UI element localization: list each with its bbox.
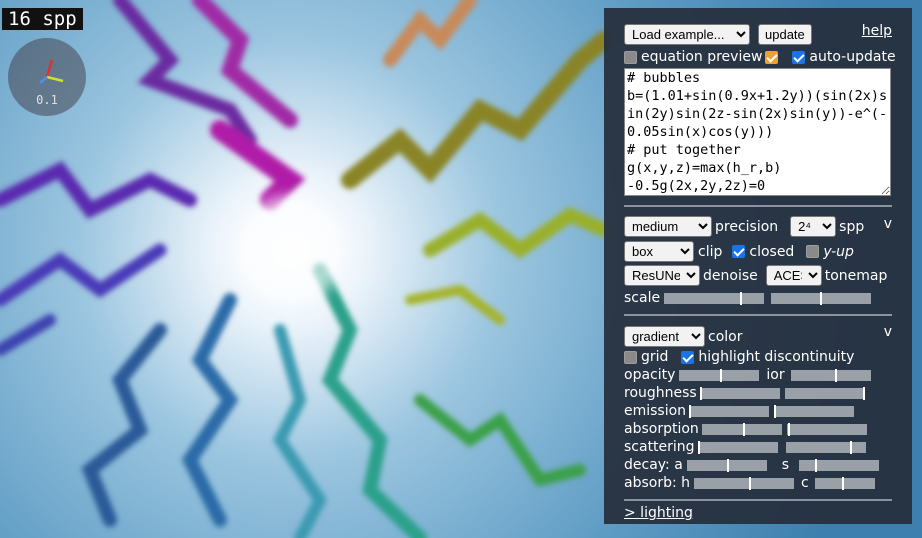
slider-thumb[interactable] — [774, 404, 777, 418]
y-axis-line — [46, 75, 64, 83]
tonemap-select[interactable]: ACES — [765, 265, 822, 286]
closed-checkbox[interactable] — [732, 245, 746, 258]
control-panel: Load example... update help equation pre… — [604, 8, 912, 524]
grid-checkbox[interactable] — [624, 350, 637, 364]
decay-a-slider[interactable] — [686, 458, 767, 472]
denoise-select[interactable]: ResUNet — [624, 265, 700, 286]
decay-s-label: s — [781, 457, 790, 473]
quality-select[interactable]: medium — [624, 216, 712, 237]
highlight-discontinuity-label: highlight discontinuity — [698, 349, 855, 365]
absorb-c-label: c — [801, 475, 809, 491]
slider-thumb[interactable] — [689, 404, 692, 418]
slider-thumb[interactable] — [834, 368, 837, 382]
section-divider — [624, 499, 892, 501]
opacity-label: opacity — [624, 367, 676, 383]
clip-label: clip — [698, 243, 723, 260]
scale-slider-2[interactable] — [771, 291, 872, 305]
slider-thumb[interactable] — [726, 458, 729, 472]
emission-slider[interactable] — [689, 404, 770, 418]
roughness-slider[interactable] — [699, 386, 780, 400]
opacity-slider[interactable] — [679, 368, 760, 382]
emission-slider-2[interactable] — [774, 404, 855, 418]
scale-slider-1[interactable] — [664, 291, 765, 305]
spp-counter: 16 spp — [2, 8, 83, 30]
section-divider — [624, 205, 892, 207]
absorption-slider[interactable] — [701, 422, 782, 436]
slider-thumb[interactable] — [849, 440, 852, 454]
ior-slider[interactable] — [790, 368, 871, 382]
precision-label: precision — [715, 218, 779, 235]
tonemap-label: tonemap — [824, 267, 888, 284]
absorb-h-slider[interactable] — [694, 476, 795, 490]
clip-select[interactable]: box — [624, 241, 694, 262]
denoise-label: denoise — [703, 267, 758, 284]
decay-s-slider[interactable] — [799, 458, 880, 472]
auto-update-label: auto-update — [809, 49, 896, 65]
slider-thumb[interactable] — [841, 476, 844, 490]
slider-thumb[interactable] — [862, 386, 865, 400]
lighting-link[interactable]: > lighting — [624, 505, 693, 521]
roughness-label: roughness — [624, 385, 697, 401]
equation-input[interactable]: # bubbles b=(1.01+sin(0.9x+1.2y))(sin(2x… — [624, 68, 891, 196]
scattering-slider-2[interactable] — [785, 440, 866, 454]
ior-label: ior — [766, 367, 785, 383]
slider-thumb[interactable] — [787, 422, 790, 436]
x-axis-line — [45, 59, 54, 78]
slider-thumb[interactable] — [815, 458, 818, 472]
decay-a-label: decay: a — [624, 457, 683, 473]
help-link[interactable]: help — [862, 23, 892, 39]
absorb-c-slider[interactable] — [814, 476, 875, 490]
update-button[interactable]: update — [758, 24, 812, 45]
spp-select[interactable]: 2⁴ — [790, 216, 837, 237]
yup-label: y-up — [823, 243, 854, 260]
slider-thumb[interactable] — [699, 386, 702, 400]
slider-thumb[interactable] — [740, 291, 743, 305]
slider-thumb[interactable] — [720, 368, 723, 382]
equation-preview-label: equation preview — [641, 49, 763, 65]
section-divider — [624, 314, 892, 316]
axes-scale: 0.1 — [36, 93, 58, 107]
axes-gizmo[interactable]: 0.1 — [8, 38, 86, 116]
absorb-h-label: absorb: h — [624, 475, 691, 491]
yup-checkbox[interactable] — [806, 245, 820, 258]
equation-preview-checkbox[interactable] — [624, 50, 637, 64]
absorption-slider-2[interactable] — [786, 422, 867, 436]
render-collapse-toggle[interactable]: v — [884, 216, 892, 232]
scale-label: scale — [624, 290, 661, 306]
scattering-slider[interactable] — [697, 440, 778, 454]
equation-preview-color-checkbox[interactable] — [765, 50, 779, 64]
slider-thumb[interactable] — [820, 291, 823, 305]
slider-thumb[interactable] — [697, 440, 700, 454]
slider-thumb[interactable] — [742, 422, 745, 436]
absorption-label: absorption — [624, 421, 699, 437]
grid-label: grid — [641, 349, 669, 365]
spp-label: spp — [839, 218, 865, 235]
color-select[interactable]: gradient — [624, 326, 705, 347]
load-example-select[interactable]: Load example... — [624, 24, 750, 45]
slider-thumb[interactable] — [749, 476, 752, 490]
auto-update-checkbox[interactable] — [792, 50, 806, 64]
scattering-label: scattering — [624, 439, 695, 455]
material-collapse-toggle[interactable]: v — [884, 324, 892, 340]
closed-label: closed — [749, 243, 795, 260]
emission-label: emission — [624, 403, 687, 419]
highlight-discontinuity-checkbox[interactable] — [681, 350, 695, 364]
z-axis-line — [39, 76, 48, 84]
color-label: color — [708, 328, 743, 345]
roughness-slider-2[interactable] — [784, 386, 865, 400]
